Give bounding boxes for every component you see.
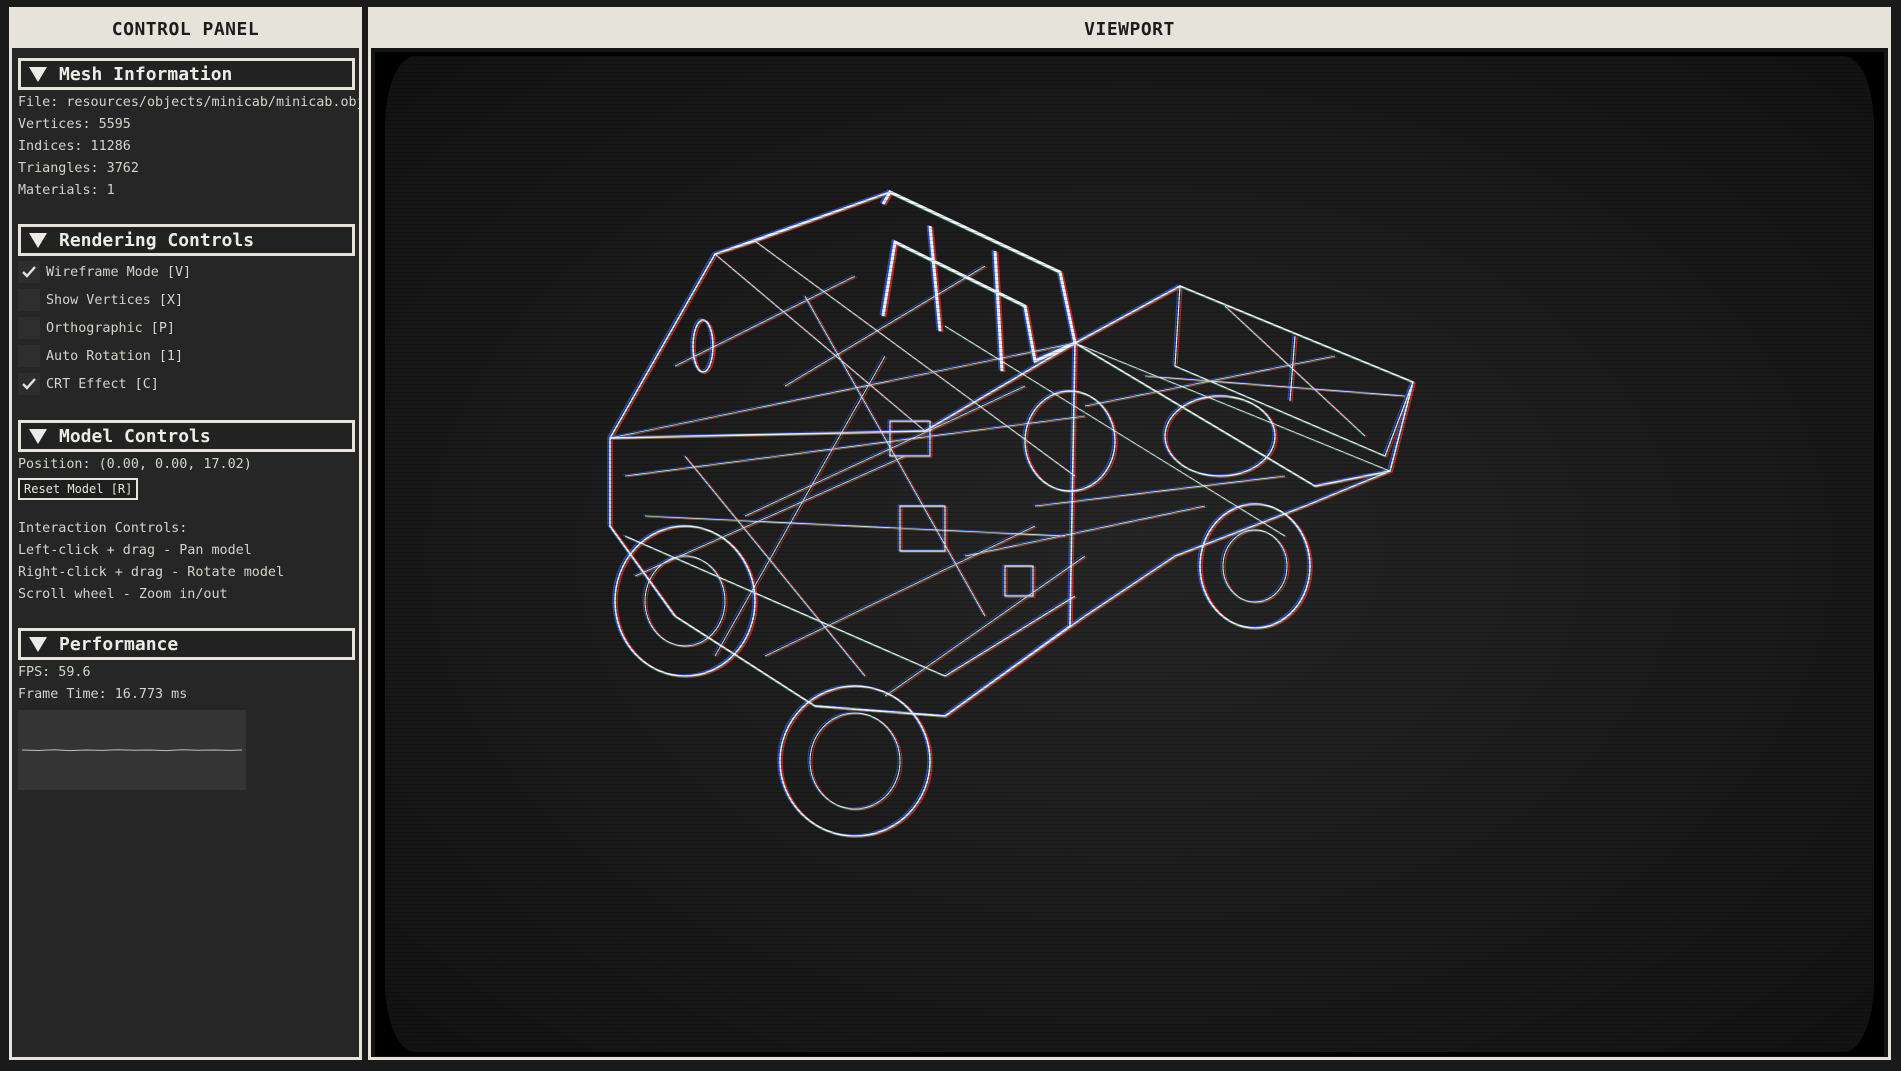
viewport-canvas[interactable] <box>375 52 1884 1056</box>
collapse-triangle-icon <box>29 636 47 652</box>
wireframe-mode-checkbox[interactable]: Wireframe Mode [V] <box>18 258 359 286</box>
model-position: Position: (0.00, 0.00, 17.02) <box>18 457 252 472</box>
checkbox-label: Orthographic [P] <box>46 320 175 336</box>
collapse-triangle-icon <box>29 232 47 248</box>
checkbox-box[interactable] <box>18 289 40 311</box>
checkbox-label: Show Vertices [X] <box>46 292 184 308</box>
model-controls-header[interactable]: Model Controls <box>18 420 355 452</box>
mesh-file-path: File: resources/objects/minicab/minicab.… <box>18 95 359 110</box>
mesh-information-label: Mesh Information <box>59 63 233 85</box>
frame-time-readout: Frame Time: 16.773 ms <box>18 687 188 702</box>
checkbox-box[interactable] <box>18 345 40 367</box>
wireframe-white-channel <box>608 190 1415 838</box>
mesh-indices: Indices: 11286 <box>18 139 131 154</box>
collapse-triangle-icon <box>29 66 47 82</box>
checkbox-label: Wireframe Mode [V] <box>46 264 192 280</box>
mesh-triangles: Triangles: 3762 <box>18 161 139 176</box>
frame-time-graph <box>18 710 246 790</box>
orthographic-checkbox[interactable]: Orthographic [P] <box>18 314 359 342</box>
checkmark-icon <box>22 266 36 278</box>
minicab-wireframe-model <box>606 189 1417 839</box>
collapse-triangle-icon <box>29 428 47 444</box>
wireframe-green-channel <box>608 191 1415 839</box>
show-vertices-checkbox[interactable]: Show Vertices [X] <box>18 286 359 314</box>
frame-time-graph-line <box>21 749 243 752</box>
control-panel: CONTROL PANEL Mesh Information File: res… <box>9 7 362 1060</box>
viewport-title: VIEWPORT <box>371 10 1888 48</box>
checkmark-icon <box>22 378 36 390</box>
rendering-controls-header[interactable]: Rendering Controls <box>18 224 355 256</box>
crt-screen[interactable] <box>385 56 1874 1052</box>
checkbox-box[interactable] <box>18 317 40 339</box>
mesh-information-header[interactable]: Mesh Information <box>18 58 355 90</box>
mesh-vertices: Vertices: 5595 <box>18 117 131 132</box>
interaction-line: Scroll wheel - Zoom in/out <box>18 587 228 602</box>
performance-header[interactable]: Performance <box>18 628 355 660</box>
checkbox-box[interactable] <box>18 261 40 283</box>
checkbox-box[interactable] <box>18 373 40 395</box>
interaction-controls-title: Interaction Controls: <box>18 521 188 536</box>
checkbox-label: CRT Effect [C] <box>46 376 159 392</box>
auto-rotation-checkbox[interactable]: Auto Rotation [1] <box>18 342 359 370</box>
crt-effect-checkbox[interactable]: CRT Effect [C] <box>18 370 359 398</box>
checkbox-label: Auto Rotation [1] <box>46 348 184 364</box>
interaction-line: Left-click + drag - Pan model <box>18 543 252 558</box>
reset-model-button[interactable]: Reset Model [R] <box>18 478 139 500</box>
fps-readout: FPS: 59.6 <box>18 665 91 680</box>
interaction-line: Right-click + drag - Rotate model <box>18 565 285 580</box>
rendering-controls-label: Rendering Controls <box>59 229 255 251</box>
model-controls-label: Model Controls <box>59 425 211 447</box>
mesh-materials: Materials: 1 <box>18 183 115 198</box>
viewport-panel: VIEWPORT <box>368 7 1891 1060</box>
control-panel-title: CONTROL PANEL <box>12 10 359 48</box>
performance-label: Performance <box>59 633 179 655</box>
